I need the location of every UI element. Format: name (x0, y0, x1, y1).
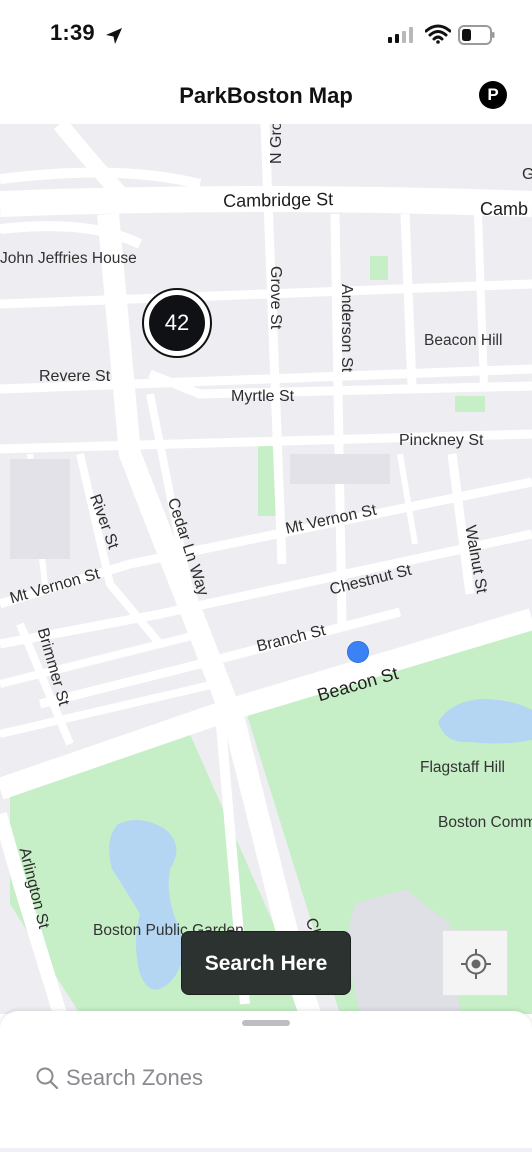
street-label: Cambridge St (223, 189, 334, 211)
street-label: Pinckney St (399, 432, 484, 449)
search-icon (36, 1067, 59, 1090)
locate-me-button[interactable] (442, 930, 508, 996)
street-label: G (522, 166, 532, 183)
walnut-st-road (447, 453, 475, 595)
status-time: 1:39 (50, 20, 95, 45)
user-location-dot (347, 641, 369, 663)
battery-icon (458, 25, 495, 45)
street-label: Anderson St (338, 284, 355, 373)
search-here-button[interactable]: Search Here (181, 931, 351, 995)
street-label: Camb (480, 199, 529, 219)
sheet-grabber[interactable] (242, 1020, 290, 1026)
status-bar: 1:39 (0, 0, 532, 70)
home-indicator-area (0, 1148, 532, 1152)
city-block (10, 459, 70, 559)
city-block (290, 454, 390, 484)
poi-label: John Jeffries House (0, 250, 137, 267)
parking-icon[interactable]: P (479, 81, 507, 109)
map-view[interactable]: Cambridge St Camb N Grov G John Jeffries… (0, 124, 532, 1014)
street-label: Myrtle St (231, 388, 295, 405)
street-label: N Grov (268, 124, 285, 164)
road (397, 453, 418, 545)
cellular-signal-icon (388, 27, 413, 43)
green-patch (258, 446, 276, 516)
cluster-count: 42 (149, 295, 205, 351)
poi-label: Flagstaff Hill (420, 759, 505, 776)
nav-bar: ParkBoston Map P (0, 70, 532, 124)
anderson-st-road (330, 213, 347, 625)
road (474, 213, 488, 387)
search-zones-input[interactable] (66, 1061, 486, 1095)
wifi-icon (425, 24, 451, 44)
green-patch (455, 396, 485, 412)
bottom-sheet[interactable] (0, 1011, 532, 1152)
poi-label: Boston Comm (438, 814, 532, 831)
road (400, 213, 417, 387)
street-label: Grove St (267, 266, 284, 330)
location-arrow-icon (106, 28, 122, 44)
page-title: ParkBoston Map (179, 83, 353, 108)
green-patch (370, 256, 388, 280)
street-label: Revere St (39, 368, 111, 385)
crosshair-icon (461, 949, 491, 979)
parking-cluster-marker[interactable]: 42 (142, 288, 212, 358)
poi-label: Beacon Hill (424, 332, 503, 349)
